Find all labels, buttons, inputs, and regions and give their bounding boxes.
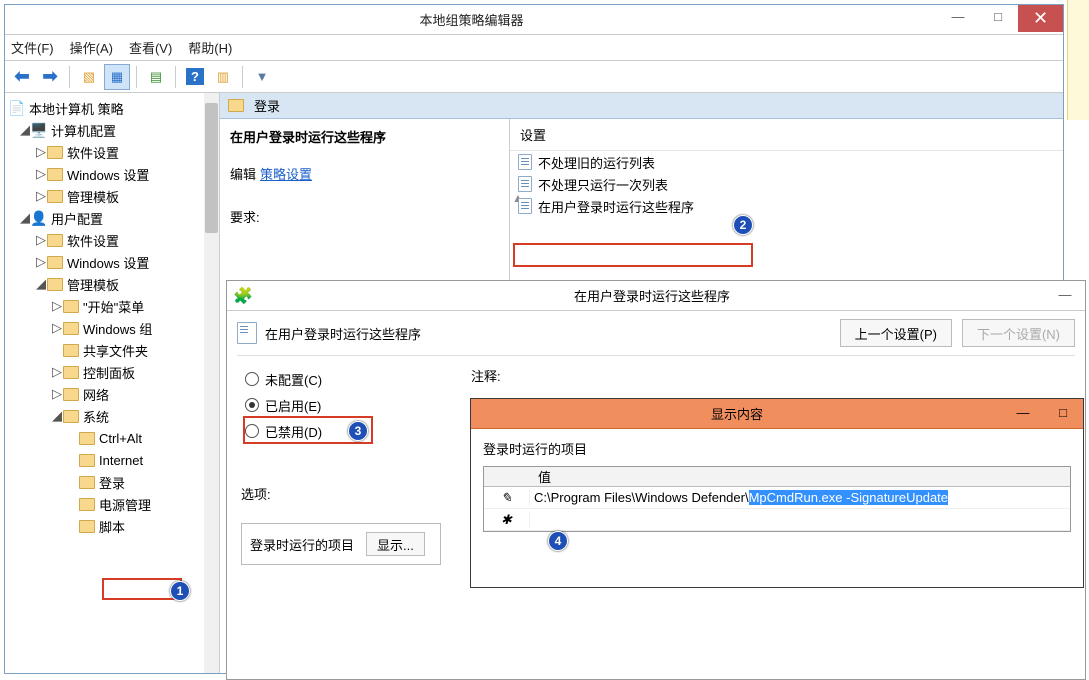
setting-icon xyxy=(518,176,532,192)
options-item-label: 登录时运行的项目 xyxy=(250,535,354,554)
tree-item[interactable]: ▷Windows 组 xyxy=(5,317,219,339)
grid-row-new[interactable]: ✱ xyxy=(484,509,1070,531)
tree-user-config[interactable]: ◢👤用户配置 xyxy=(5,207,219,229)
next-setting-button[interactable]: 下一个设置(N) xyxy=(962,319,1075,347)
tree-item[interactable]: ◢系统 xyxy=(5,405,219,427)
tree-item[interactable]: Internet xyxy=(5,449,219,471)
dialog-title: 在用户登录时运行这些程序 xyxy=(259,286,1045,305)
close-button[interactable]: ✕ xyxy=(1018,5,1063,32)
tree-item-login[interactable]: 登录 xyxy=(5,471,219,493)
tree-scrollbar[interactable] xyxy=(204,93,219,673)
show-dialog-titlebar: 显示内容 — □ xyxy=(471,399,1083,429)
tree-item[interactable]: ▷Windows 设置 xyxy=(5,163,219,185)
window-title: 本地组策略编辑器 xyxy=(5,10,938,29)
menu-file[interactable]: 文件(F) xyxy=(11,38,54,57)
badge-4: 4 xyxy=(548,531,568,551)
requirements-label: 要求: xyxy=(230,207,499,226)
badge-3: 3 xyxy=(348,421,368,441)
list-item-run-on-login[interactable]: 在用户登录时运行这些程序 xyxy=(510,195,1063,217)
show-button[interactable]: 显示... xyxy=(366,532,425,556)
dialog-heading: 在用户登录时运行这些程序 xyxy=(265,324,421,343)
tree-item[interactable]: 脚本 xyxy=(5,515,219,537)
tree-item[interactable]: ▷软件设置 xyxy=(5,141,219,163)
minimize-button[interactable]: — xyxy=(938,5,978,29)
tree-item[interactable]: ▷控制面板 xyxy=(5,361,219,383)
toolbar: ⬅ ➡ ▧ ▦ ▤ ? ▥ ▼ xyxy=(5,61,1063,93)
badge-2: 2 xyxy=(733,215,753,235)
show-dialog-label: 登录时运行的项目 xyxy=(483,439,1071,458)
toolbar-btn-1[interactable]: ▧ xyxy=(76,64,102,90)
comment-label: 注释: xyxy=(471,366,1071,385)
tree-root[interactable]: 📄本地计算机 策略 xyxy=(5,97,219,119)
filter-icon[interactable]: ▼ xyxy=(249,64,275,90)
tree-item[interactable]: ▷网络 xyxy=(5,383,219,405)
help-icon[interactable]: ? xyxy=(182,64,208,90)
tree-item[interactable]: Ctrl+Alt xyxy=(5,427,219,449)
tree-computer-config[interactable]: ◢🖥️计算机配置 xyxy=(5,119,219,141)
toolbar-btn-4[interactable]: ▥ xyxy=(210,64,236,90)
edit-policy-link[interactable]: 策略设置 xyxy=(260,167,312,182)
folder-icon xyxy=(228,99,244,112)
dialog-minimize[interactable]: — xyxy=(1045,282,1085,306)
column-value-header[interactable]: 值 xyxy=(530,467,551,486)
setting-icon xyxy=(518,154,532,170)
toolbar-btn-2[interactable]: ▦ xyxy=(104,64,130,90)
options-label: 选项: xyxy=(241,484,441,503)
tree-item[interactable]: ▷Windows 设置 xyxy=(5,251,219,273)
tree-item[interactable]: ▷"开始"菜单 xyxy=(5,295,219,317)
show-dialog-maximize[interactable]: □ xyxy=(1043,400,1083,424)
maximize-button[interactable]: □ xyxy=(978,5,1018,29)
show-dialog-minimize[interactable]: — xyxy=(1003,400,1043,424)
toolbar-btn-3[interactable]: ▤ xyxy=(143,64,169,90)
tree-item[interactable]: ◢管理模板 xyxy=(5,273,219,295)
tree-item[interactable]: ▷管理模板 xyxy=(5,185,219,207)
tree-item[interactable]: 共享文件夹 xyxy=(5,339,219,361)
list-item[interactable]: 不处理只运行一次列表 xyxy=(510,173,1063,195)
prev-setting-button[interactable]: 上一个设置(P) xyxy=(840,319,952,347)
content-header-title: 登录 xyxy=(254,96,280,115)
list-column-header[interactable]: 设置 xyxy=(510,119,1063,151)
setting-icon xyxy=(518,198,532,214)
value-cell[interactable]: C:\Program Files\Windows Defender\MpCmdR… xyxy=(530,490,1070,506)
grid-row-1[interactable]: ✎ C:\Program Files\Windows Defender\MpCm… xyxy=(484,487,1070,509)
show-content-dialog: 显示内容 — □ 登录时运行的项目 值 ✎ C:\Program Files\W… xyxy=(470,398,1084,588)
radio-enabled[interactable]: 已启用(E) xyxy=(245,392,441,418)
right-decoration xyxy=(1067,0,1089,120)
content-header: 登录 xyxy=(220,93,1063,119)
list-item[interactable]: 不处理旧的运行列表 xyxy=(510,151,1063,173)
desc-title: 在用户登录时运行这些程序 xyxy=(230,127,499,146)
tree-item[interactable]: ▷软件设置 xyxy=(5,229,219,251)
nav-back-button[interactable]: ⬅ xyxy=(9,64,35,90)
edit-label: 编辑 xyxy=(230,167,256,182)
radio-not-configured[interactable]: 未配置(C) xyxy=(245,366,441,392)
menubar: 文件(F) 操作(A) 查看(V) 帮助(H) xyxy=(5,35,1063,61)
menu-view[interactable]: 查看(V) xyxy=(129,38,172,57)
new-row-icon: ✱ xyxy=(484,512,530,528)
badge-1: 1 xyxy=(170,581,190,601)
nav-forward-button[interactable]: ➡ xyxy=(37,64,63,90)
show-dialog-title: 显示内容 xyxy=(471,404,1003,423)
edit-row-icon: ✎ xyxy=(484,490,530,506)
menu-action[interactable]: 操作(A) xyxy=(70,38,113,57)
values-grid: 值 ✎ C:\Program Files\Windows Defender\Mp… xyxy=(483,466,1071,532)
tree-item[interactable]: 电源管理 xyxy=(5,493,219,515)
dialog-icon: 🧩 xyxy=(233,286,253,306)
radio-disabled[interactable]: 已禁用(D) xyxy=(245,418,441,444)
dialog-titlebar: 🧩 在用户登录时运行这些程序 — xyxy=(227,281,1085,311)
heading-icon xyxy=(237,322,257,344)
menu-help[interactable]: 帮助(H) xyxy=(188,38,232,57)
titlebar: 本地组策略编辑器 — □ ✕ xyxy=(5,5,1063,35)
